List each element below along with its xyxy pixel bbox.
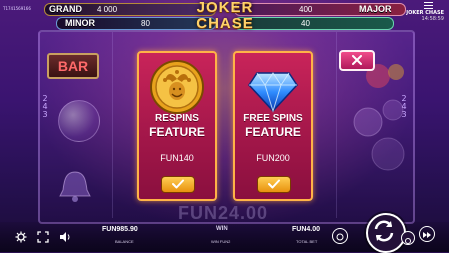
minor-value: 80: [141, 19, 150, 28]
win-value: WIN FUN2: [211, 239, 231, 244]
fast-forward-icon: [423, 232, 431, 238]
win-display: FUN24.00: [177, 203, 269, 223]
grand-value: 4 000: [97, 5, 118, 14]
jester-coin-icon: [150, 60, 204, 114]
mini-value: 40: [301, 19, 310, 28]
balance-value: FUN985.90: [102, 226, 138, 233]
buy-respins-button[interactable]: [161, 176, 195, 193]
balance-label: BALANCE: [115, 239, 134, 244]
major-label: MAJOR: [359, 4, 392, 14]
respins-feature-card[interactable]: RESPINS FEATURE FUN140: [137, 51, 217, 201]
reel-separator: [336, 32, 337, 218]
diamond-icon: [248, 72, 298, 113]
autoplay-icon: [405, 238, 411, 244]
minor-label: MINOR: [65, 18, 95, 28]
turbo-button[interactable]: [419, 226, 435, 242]
settings-icon[interactable]: [15, 231, 27, 243]
logo-line1: JOKER: [196, 0, 254, 16]
close-button[interactable]: [339, 50, 375, 71]
total-bet-label: TOTAL BET: [296, 239, 318, 244]
grand-label: GRAND: [49, 4, 82, 14]
win-title: WIN: [216, 226, 228, 232]
fullscreen-icon[interactable]: [37, 231, 49, 243]
reel-separator: [112, 32, 113, 218]
side-number-column: 2 4 3: [41, 95, 49, 119]
top-right-info: JOKER CHASE 14:58:59: [406, 10, 444, 22]
sound-icon[interactable]: [59, 231, 71, 243]
spin-button[interactable]: [366, 213, 406, 253]
spin-icon: [374, 220, 394, 242]
feature-price: FUN200: [256, 153, 290, 163]
feature-title-line1: RESPINS: [155, 113, 199, 124]
feature-title-line2: FEATURE: [245, 125, 301, 139]
game-id: T1741569166: [3, 6, 31, 11]
bet-icon: [336, 233, 344, 241]
close-icon: [352, 55, 362, 65]
major-value: 400: [299, 5, 313, 14]
logo-line2: CHASE: [196, 15, 254, 32]
clock: 14:58:59: [421, 16, 444, 22]
checkmark-icon: [268, 179, 280, 189]
buy-free-spins-button[interactable]: [257, 176, 291, 193]
feature-price: FUN140: [160, 153, 194, 163]
feature-title-line1: FREE SPINS: [243, 113, 303, 124]
game-logo: JOKER CHASE: [178, 0, 272, 34]
total-bet-value: FUN4.00: [292, 226, 321, 233]
side-number: 3: [42, 110, 48, 119]
menu-icon[interactable]: [424, 2, 433, 9]
free-spins-feature-card[interactable]: FREE SPINS FEATURE FUN200: [233, 51, 313, 201]
bar-symbol: BAR: [47, 53, 99, 79]
autoplay-button[interactable]: [401, 231, 415, 245]
bell-symbol: [59, 171, 91, 202]
feature-title-line2: FEATURE: [149, 125, 205, 139]
checkmark-icon: [172, 179, 184, 189]
bet-decrease-button[interactable]: [332, 228, 348, 244]
jester-symbol: [353, 64, 405, 171]
crystal-ball-symbol: [58, 100, 100, 142]
